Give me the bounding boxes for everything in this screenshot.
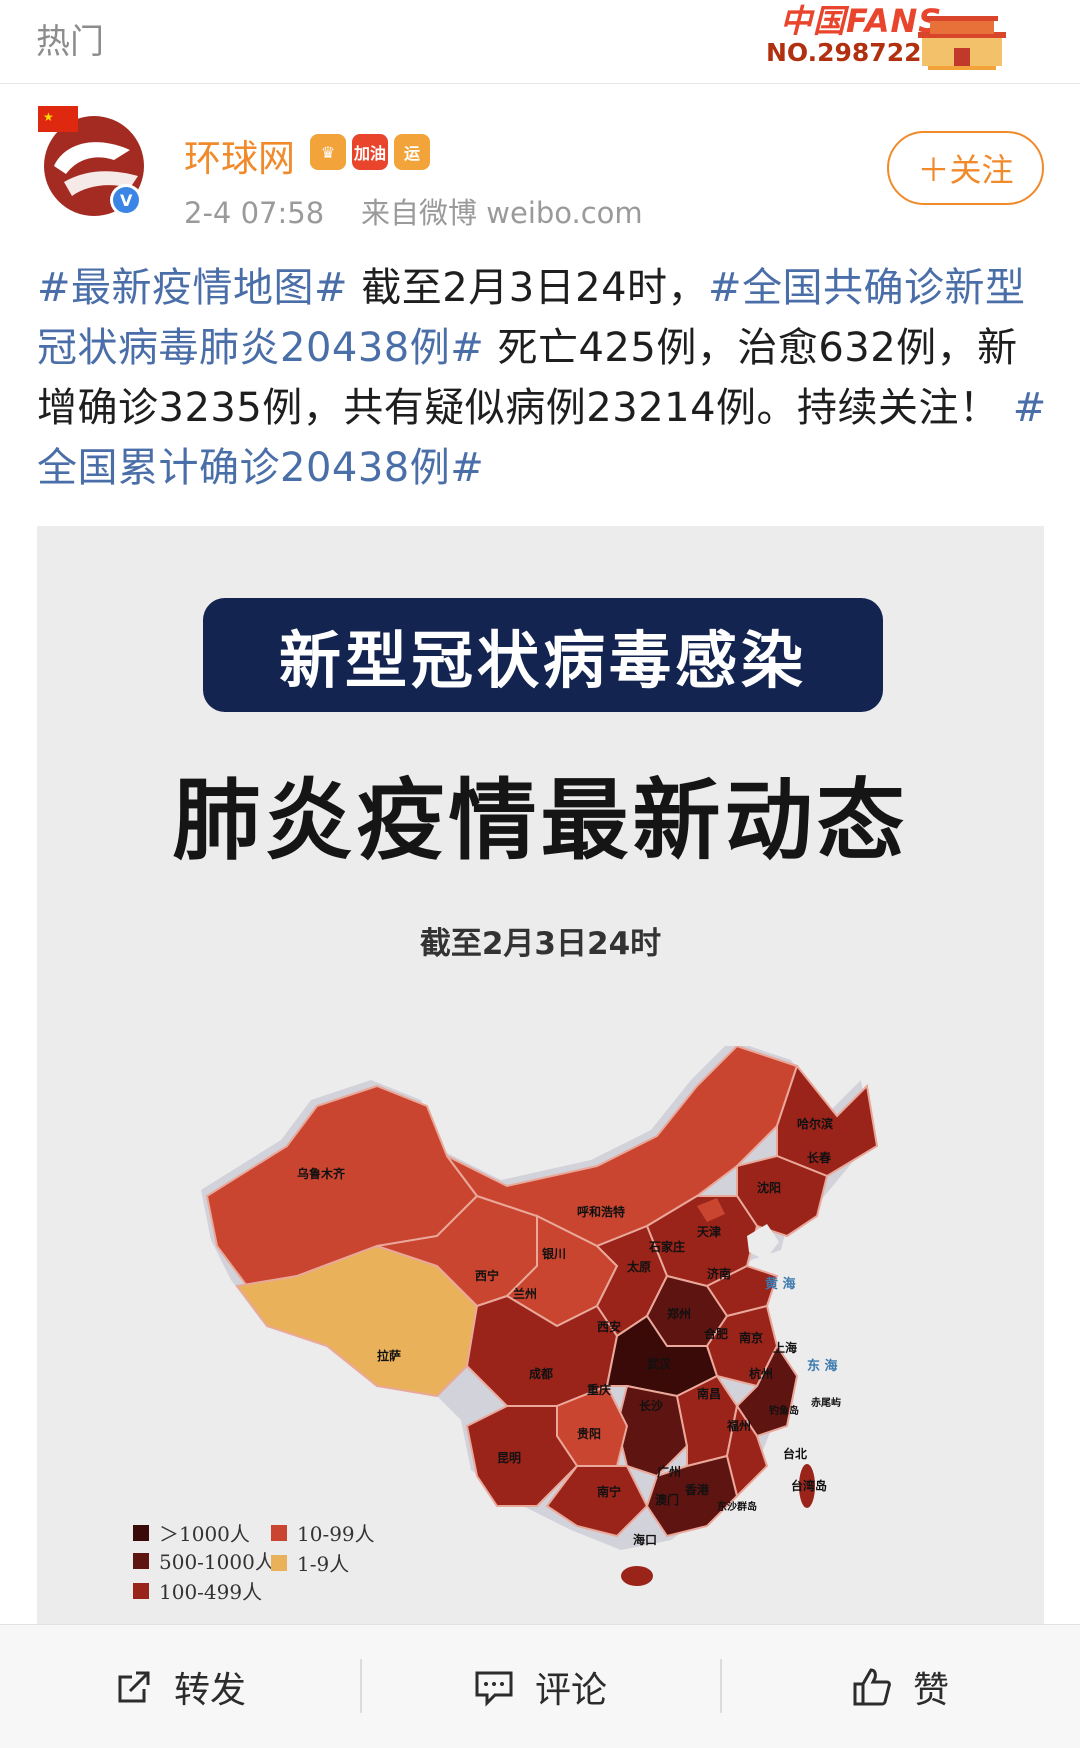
repost-icon <box>118 1671 150 1703</box>
legend-label: 1-9人 <box>297 1552 350 1576</box>
legend-item: 100-499人 <box>133 1576 262 1605</box>
label-guiyang: 贵阳 <box>577 1426 601 1441</box>
image-asof: 截至2月3日24时 <box>419 926 662 962</box>
legend-label: 100-499人 <box>159 1580 263 1604</box>
label-nanning: 南宁 <box>597 1484 621 1499</box>
post-text: #最新疫情地图# 截至2月3日24时，#全国共确诊新型冠状病毒肺炎20438例#… <box>37 258 1047 498</box>
label-yinchuan: 银川 <box>542 1246 566 1261</box>
thumbs-up-icon <box>853 1668 891 1706</box>
comment-icon <box>475 1671 513 1707</box>
legend-swatch <box>133 1524 149 1541</box>
legend-swatch <box>271 1554 287 1571</box>
svg-text:V: V <box>120 191 133 210</box>
legend-swatch <box>271 1524 287 1541</box>
legend-label: ＞1000人 <box>159 1522 250 1546</box>
label-harbin: 哈尔滨 <box>797 1116 833 1131</box>
label-zhengzhou: 郑州 <box>667 1306 691 1321</box>
legend-item: 500-1000人 <box>133 1546 275 1575</box>
label-shanghai: 上海 <box>773 1340 797 1355</box>
tiananmen-icon <box>918 16 1006 70</box>
yun-badge-icon[interactable]: 运 <box>394 134 430 170</box>
fans-number: NO.2987224 <box>766 38 939 67</box>
repost-button[interactable]: 转发 <box>0 1625 360 1748</box>
label-xining: 西宁 <box>475 1268 499 1283</box>
label-shenyang: 沈阳 <box>757 1180 781 1195</box>
legend-item: ＞1000人 <box>133 1518 250 1547</box>
page-title[interactable]: 热门 <box>36 14 104 63</box>
like-button[interactable]: 赞 <box>720 1625 1080 1748</box>
label-fuzhou: 福州 <box>726 1418 751 1433</box>
legend-label: 500-1000人 <box>159 1550 275 1574</box>
label-lhasa: 拉萨 <box>377 1348 401 1363</box>
comment-label: 评论 <box>534 1670 607 1711</box>
repost-label: 转发 <box>173 1670 246 1711</box>
label-chiwei: 赤尾屿 <box>811 1396 841 1409</box>
label-wuhan: 武汉 <box>647 1356 672 1371</box>
label-hohhot: 呼和浩特 <box>577 1204 625 1219</box>
label-taiwan: 台湾岛 <box>791 1478 827 1493</box>
label-changchun: 长春 <box>807 1150 832 1165</box>
banner-text: 新型冠状病毒感染 <box>278 624 807 697</box>
post-image[interactable]: 新型冠状病毒感染 肺炎疫情最新动态 截至2月3日24时 乌鲁木齐 拉萨 西宁 兰… <box>37 526 1044 1624</box>
author-name[interactable]: 环球网 <box>184 128 295 182</box>
label-dongsha: 东沙群岛 <box>717 1500 757 1513</box>
label-taipei: 台北 <box>783 1446 807 1461</box>
post-timestamp: 2-4 07:58 <box>184 196 325 230</box>
label-taiyuan: 太原 <box>627 1259 651 1274</box>
crown-badge-icon[interactable]: ♛ <box>310 134 346 170</box>
top-bar: 热门 中国FANS NO.2987224 <box>0 0 1080 84</box>
label-changsha: 长沙 <box>639 1398 663 1413</box>
legend-item: 10-99人 <box>271 1518 375 1547</box>
label-xian: 西安 <box>597 1319 621 1334</box>
comment-button[interactable]: 评论 <box>360 1625 720 1748</box>
label-hefei: 合肥 <box>704 1326 728 1341</box>
label-jinan: 济南 <box>707 1266 731 1281</box>
action-bar: 转发 评论 赞 <box>0 1624 1080 1748</box>
like-label: 赞 <box>912 1670 949 1711</box>
label-east-sea: 东 海 <box>807 1358 838 1374</box>
label-nanchang: 南昌 <box>697 1386 721 1401</box>
image-banner: 新型冠状病毒感染 <box>203 598 883 712</box>
author-avatar[interactable]: ★ V <box>34 104 150 220</box>
post-text-segment: 截至2月3日24时， <box>348 265 709 311</box>
label-macau: 澳门 <box>655 1492 679 1507</box>
label-haikou: 海口 <box>633 1532 657 1547</box>
label-yellow-sea: 黄 海 <box>765 1276 796 1292</box>
hashtag-link[interactable]: #最新疫情地图# <box>37 265 348 311</box>
map-legend: ＞1000人 500-1000人 100-499人 10-99人 1-9人 <box>133 1518 473 1624</box>
label-tianjin: 天津 <box>697 1224 721 1239</box>
follow-button[interactable]: ＋关注 <box>887 131 1044 205</box>
post-source: 来自微博 weibo.com <box>361 196 643 230</box>
legend-swatch <box>133 1582 149 1599</box>
label-guangzhou: 广州 <box>657 1464 681 1479</box>
label-hongkong: 香港 <box>684 1482 710 1497</box>
label-kunming: 昆明 <box>497 1451 521 1465</box>
china-fans-badge[interactable]: 中国FANS NO.2987224 <box>742 0 1010 76</box>
legend-item: 1-9人 <box>271 1548 349 1577</box>
legend-label: 10-99人 <box>297 1522 375 1546</box>
svg-text:★: ★ <box>43 110 54 124</box>
author-badges: ♛ 加油运 <box>310 134 430 170</box>
label-urumqi: 乌鲁木齐 <box>297 1166 346 1181</box>
label-shijiazhuang: 石家庄 <box>648 1239 685 1254</box>
hainan-region <box>621 1566 653 1586</box>
label-nanjing: 南京 <box>739 1330 763 1345</box>
legend-swatch <box>133 1552 149 1569</box>
label-chengdu: 成都 <box>529 1366 553 1381</box>
label-hangzhou: 杭州 <box>749 1366 773 1381</box>
label-chongqing: 重庆 <box>587 1382 611 1397</box>
post-meta: 2-4 07:58 来自微博 weibo.com <box>184 190 643 232</box>
jiayou-badge-icon[interactable]: 加油 <box>352 134 388 170</box>
image-headline: 肺炎疫情最新动态 <box>172 769 909 872</box>
label-diaoyu: 钓鱼岛 <box>769 1404 799 1417</box>
label-lanzhou: 兰州 <box>513 1286 537 1301</box>
